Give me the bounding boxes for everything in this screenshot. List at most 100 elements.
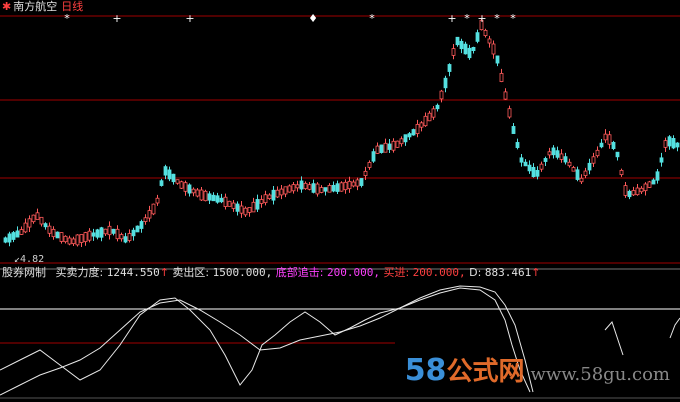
candle-body	[579, 177, 584, 183]
candle	[83, 231, 88, 246]
candle-body	[299, 180, 304, 190]
candle	[323, 187, 328, 196]
candle-body	[511, 126, 516, 134]
candle-body	[207, 193, 212, 201]
candle	[335, 180, 340, 195]
candle	[203, 189, 208, 202]
candle	[423, 112, 428, 127]
candle-body	[351, 181, 356, 187]
candle	[635, 184, 640, 196]
indicator-bottom-label: 底部追击:	[275, 266, 324, 279]
candle-body	[79, 234, 84, 243]
candle	[95, 228, 100, 240]
candle-body	[23, 222, 28, 233]
candle	[223, 193, 228, 210]
candle	[451, 43, 456, 60]
candle	[559, 149, 564, 163]
candle-body	[271, 189, 276, 201]
candle-body	[507, 108, 512, 118]
candle-body	[499, 73, 504, 82]
candle	[79, 234, 84, 247]
candle	[475, 29, 480, 44]
candle-body	[635, 187, 640, 196]
indicator-d-value: 883.461	[484, 266, 532, 279]
candle-body	[187, 184, 192, 194]
candle-body	[35, 212, 40, 220]
candle-body	[471, 46, 476, 52]
candle-body	[355, 179, 360, 187]
candle-body	[483, 29, 488, 37]
candle	[231, 199, 236, 212]
indicator-d-label: D:	[469, 266, 482, 279]
candle-body	[539, 163, 544, 170]
candle-body	[303, 182, 308, 190]
candle-body	[503, 91, 508, 100]
candle-body	[519, 157, 524, 163]
candle	[567, 158, 572, 168]
period-label[interactable]: 日线	[61, 0, 83, 13]
candle	[139, 219, 144, 233]
candle-body	[639, 187, 644, 193]
candle-body	[275, 189, 280, 198]
candle	[195, 187, 200, 198]
candle-body	[255, 199, 260, 210]
candle-body	[583, 170, 588, 176]
candle	[383, 138, 388, 153]
candle-body	[547, 151, 552, 156]
candle-body	[199, 189, 204, 201]
candle-body	[383, 142, 388, 153]
candle	[299, 176, 304, 193]
candle	[291, 181, 296, 194]
candle	[339, 181, 344, 192]
candle-body	[319, 187, 324, 193]
candle	[495, 55, 500, 67]
candle	[7, 231, 12, 247]
candle	[67, 235, 72, 246]
candle	[55, 231, 60, 239]
candle-body	[99, 227, 104, 238]
signal-marker: +	[477, 12, 486, 25]
stock-logo-icon: ✱	[2, 0, 12, 13]
watermark-main: 58	[404, 353, 447, 388]
candle	[287, 184, 292, 193]
watermark: 58公式网 www.58gu.com	[405, 351, 670, 388]
candle	[663, 137, 668, 153]
candle-body	[191, 188, 196, 194]
candle	[111, 228, 116, 236]
candle-body	[595, 149, 600, 157]
candle-body	[475, 32, 480, 42]
candle-body	[427, 112, 432, 122]
candle	[403, 134, 408, 146]
candle	[643, 182, 648, 196]
chart-title-bar: ✱ 南方航空 日线	[2, 0, 83, 14]
candle	[115, 225, 120, 242]
candle-body	[671, 138, 676, 149]
candle	[359, 178, 364, 188]
candle	[99, 226, 104, 242]
indicator-slow-line-tail	[669, 317, 680, 339]
candle	[523, 159, 528, 167]
candle	[627, 189, 632, 200]
candle-body	[19, 229, 24, 235]
candle	[315, 182, 320, 197]
candle	[15, 226, 20, 238]
candle	[623, 182, 628, 198]
indicator-name[interactable]: 股券网制	[2, 266, 46, 279]
watermark-site: www.58gu.com	[530, 364, 670, 385]
candle-body	[115, 228, 120, 240]
candle	[35, 208, 40, 220]
signal-marker: +	[447, 12, 456, 25]
candlestick-chart[interactable]: * + + ♦ * + * + * *	[0, 0, 680, 402]
candle	[179, 180, 184, 190]
candle	[75, 234, 80, 247]
candle-body	[347, 180, 352, 190]
candle	[471, 46, 476, 54]
candle	[607, 131, 612, 149]
candle	[395, 140, 400, 148]
candle-body	[119, 234, 124, 240]
signal-marker: +	[185, 12, 194, 25]
indicator-force-arrow-icon: ↑	[159, 266, 169, 279]
candle-body	[223, 196, 228, 208]
candle	[419, 121, 424, 132]
indicator-force-label: 买卖力度:	[55, 266, 104, 279]
